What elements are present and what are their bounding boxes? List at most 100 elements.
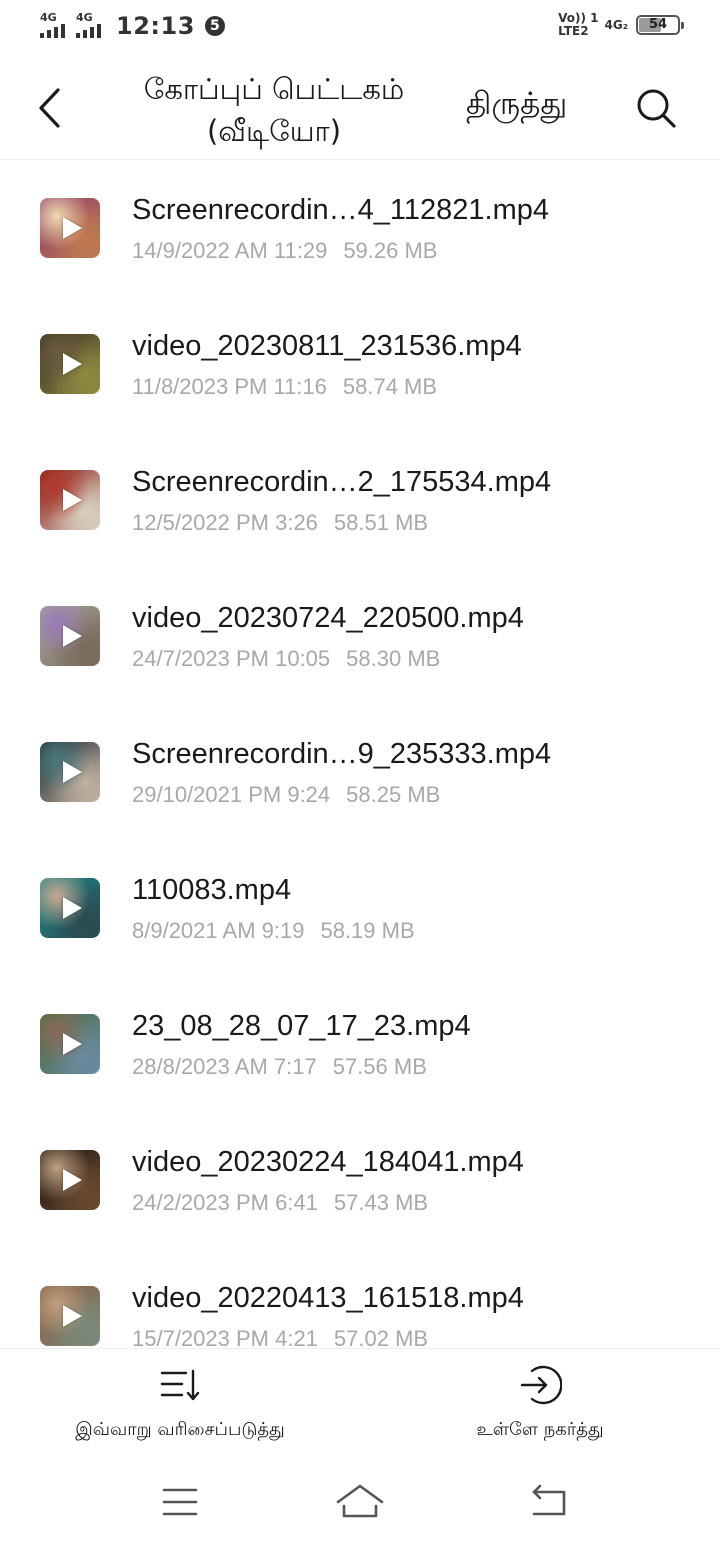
sim1-signal-icon: 4G: [40, 12, 72, 40]
file-name: Screenrecordin…9_235333.mp4: [132, 738, 552, 770]
video-thumbnail[interactable]: [40, 470, 100, 530]
volte-indicator: Vo)) 1 LTE2: [558, 12, 598, 38]
play-icon: [63, 897, 82, 919]
sort-icon: [160, 1369, 200, 1401]
page-title: கோப்புப் பெட்டகம் (வீடியோ): [100, 68, 448, 152]
file-size: 58.30 MB: [346, 646, 441, 671]
file-meta: 8/9/2021 AM 9:19 58.19 MB: [132, 918, 415, 944]
play-icon: [63, 217, 82, 239]
search-button[interactable]: [632, 84, 680, 132]
video-thumbnail[interactable]: [40, 606, 100, 666]
file-size: 59.26 MB: [343, 238, 438, 263]
file-name: 110083.mp4: [132, 874, 292, 906]
battery-icon: 54: [636, 15, 684, 35]
file-date: 24/2/2023 PM 6:41: [132, 1190, 318, 1215]
file-meta: 28/8/2023 AM 7:17 57.56 MB: [132, 1054, 427, 1080]
video-thumbnail[interactable]: [40, 1014, 100, 1074]
file-row[interactable]: video_20230724_220500.mp4 24/7/2023 PM 10…: [0, 568, 720, 704]
play-icon: [63, 1169, 82, 1191]
menu-button[interactable]: [150, 1478, 210, 1526]
file-size: 57.02 MB: [333, 1326, 429, 1348]
file-date: 28/8/2023 AM 7:17: [132, 1054, 317, 1079]
page-title-line1: கோப்புப் பெட்டகம்: [143, 72, 405, 106]
file-meta: 29/10/2021 PM 9:24 58.25 MB: [132, 782, 440, 808]
file-name: video_20230811_231536.mp4: [132, 330, 522, 362]
file-date: 29/10/2021 PM 9:24: [132, 782, 331, 807]
move-in-icon: [520, 1365, 562, 1405]
status-left: 4G 4G 12:13 5: [40, 12, 225, 40]
play-icon: [63, 761, 82, 783]
file-size: 58.74 MB: [342, 374, 438, 399]
file-row[interactable]: 23_08_28_07_17_23.mp4 28/8/2023 AM 7:17 57…: [0, 976, 720, 1112]
video-thumbnail[interactable]: [40, 878, 100, 938]
file-date: 11/8/2023 PM 11:16: [132, 374, 327, 399]
play-icon: [63, 625, 82, 647]
chevron-left-icon: [39, 88, 60, 128]
file-row[interactable]: video_20230224_184041.mp4 24/2/2023 PM 6:…: [0, 1112, 720, 1248]
move-in-button[interactable]: உள்ளே நகர்த்து: [390, 1363, 690, 1442]
file-row[interactable]: 110083.mp4 8/9/2021 AM 9:19 58.19 MB: [0, 840, 720, 976]
battery-level: 54: [648, 17, 668, 32]
status-time: 12:13: [116, 12, 195, 40]
file-name: video_20220413_161518.mp4: [132, 1282, 524, 1314]
play-icon: [63, 1305, 82, 1327]
home-icon: [336, 1484, 384, 1518]
file-size: 58.25 MB: [346, 782, 441, 807]
file-row[interactable]: Screenrecordin…4_112821.mp4 14/9/2022 AM …: [0, 160, 720, 296]
file-row[interactable]: Screenrecordin…2_175534.mp4 12/5/2022 PM …: [0, 432, 720, 568]
file-meta: 24/7/2023 PM 10:05 58.30 MB: [132, 646, 440, 672]
sim2-signal-icon: 4G: [76, 12, 108, 40]
video-thumbnail[interactable]: [40, 334, 100, 394]
file-size: 58.19 MB: [320, 918, 415, 943]
nav-back-button[interactable]: [518, 1478, 578, 1526]
network-type-indicator: 4G₂: [604, 17, 628, 32]
notification-count-badge: 5: [204, 16, 225, 36]
menu-icon: [162, 1488, 198, 1516]
system-nav-bar: [0, 1460, 720, 1544]
file-date: 12/5/2022 PM 3:26: [132, 510, 318, 535]
sort-button[interactable]: இவ்வாறு வரிசைப்படுத்து: [30, 1363, 330, 1442]
back-icon: [532, 1484, 566, 1516]
file-meta: 14/9/2022 AM 11:29 59.26 MB: [132, 238, 437, 264]
video-thumbnail[interactable]: [40, 1286, 100, 1346]
play-icon: [63, 1033, 82, 1055]
play-icon: [63, 353, 82, 375]
file-row[interactable]: video_20230811_231536.mp4 11/8/2023 PM 11…: [0, 296, 720, 432]
file-date: 24/7/2023 PM 10:05: [132, 646, 331, 671]
file-name: video_20230224_184041.mp4: [132, 1146, 524, 1178]
play-icon: [63, 489, 82, 511]
file-name: Screenrecordin…2_175534.mp4: [132, 466, 552, 498]
file-size: 57.43 MB: [333, 1190, 429, 1215]
file-name: Screenrecordin…4_112821.mp4: [132, 194, 550, 226]
file-meta: 11/8/2023 PM 11:16 58.74 MB: [132, 374, 437, 400]
move-in-label: உள்ளே நகர்த்து: [476, 1419, 604, 1440]
file-size: 57.56 MB: [332, 1054, 427, 1079]
file-size: 58.51 MB: [333, 510, 429, 535]
video-thumbnail[interactable]: [40, 742, 100, 802]
video-thumbnail[interactable]: [40, 198, 100, 258]
file-name: 23_08_28_07_17_23.mp4: [132, 1010, 471, 1042]
search-icon: [637, 89, 676, 128]
sort-label: இவ்வாறு வரிசைப்படுத்து: [75, 1419, 285, 1440]
file-date: 8/9/2021 AM 9:19: [132, 918, 305, 943]
file-meta: 15/7/2023 PM 4:21 57.02 MB: [132, 1326, 428, 1348]
bottom-action-bar: இவ்வாறு வரிசைப்படுத்து உள்ளே நகர்த்து: [0, 1348, 720, 1452]
status-right: Vo)) 1 LTE2 4G₂ 54: [558, 12, 684, 38]
app-header: கோப்புப் பெட்டகம் (வீடியோ) திருத்து: [0, 56, 720, 160]
file-date: 14/9/2022 AM 11:29: [132, 238, 328, 263]
file-meta: 12/5/2022 PM 3:26 58.51 MB: [132, 510, 428, 536]
file-date: 15/7/2023 PM 4:21: [132, 1326, 318, 1348]
video-thumbnail[interactable]: [40, 1150, 100, 1210]
sim2-network-type: 4G: [76, 11, 93, 24]
home-button[interactable]: [330, 1478, 390, 1526]
volte-line2: LTE2: [558, 24, 589, 38]
sim1-network-type: 4G: [40, 11, 57, 24]
file-row[interactable]: video_20220413_161518.mp4 15/7/2023 PM 4:…: [0, 1248, 720, 1348]
edit-button[interactable]: திருத்து: [466, 86, 567, 126]
back-button[interactable]: [26, 80, 74, 136]
status-bar: 4G 4G 12:13 5 Vo)) 1 LTE2 4G₂ 54: [0, 0, 720, 56]
page-title-line2: (வீடியோ): [206, 114, 342, 148]
file-row[interactable]: Screenrecordin…9_235333.mp4 29/10/2021 PM…: [0, 704, 720, 840]
file-name: video_20230724_220500.mp4: [132, 602, 524, 634]
file-list[interactable]: Screenrecordin…4_112821.mp4 14/9/2022 AM …: [0, 160, 720, 1348]
